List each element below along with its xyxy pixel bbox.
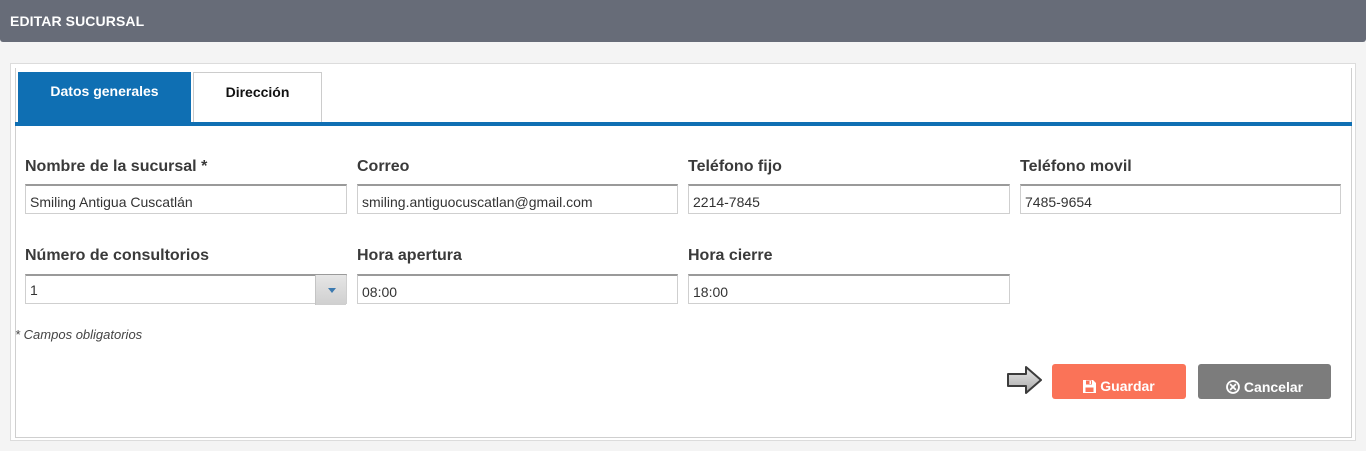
telefono-fijo-input[interactable] <box>688 184 1010 214</box>
consultorios-select[interactable]: 1 <box>25 274 347 305</box>
hora-apertura-label: Hora apertura <box>357 247 462 264</box>
circle-x-icon <box>1226 379 1240 394</box>
chevron-down-icon <box>328 288 336 293</box>
save-button-label: Guardar <box>1100 378 1155 394</box>
tab-datos-generales[interactable]: Datos generales <box>18 72 191 122</box>
telefono-movil-label: Teléfono movil <box>1020 158 1132 175</box>
cancel-button[interactable]: Cancelar <box>1198 364 1331 399</box>
page-title: EDITAR SUCURSAL <box>10 13 145 29</box>
nombre-label: Nombre de la sucursal * <box>25 158 208 175</box>
floppy-disk-icon <box>1083 380 1097 393</box>
arrow-right-icon <box>1007 366 1042 394</box>
consultorios-select-value: 1 <box>30 282 38 298</box>
correo-input[interactable] <box>357 184 678 214</box>
required-fields-note: * Campos obligatorios <box>15 327 143 342</box>
hora-apertura-input[interactable] <box>357 274 678 304</box>
cancel-button-label: Cancelar <box>1243 378 1304 395</box>
telefono-fijo-label: Teléfono fijo <box>688 158 782 175</box>
telefono-movil-input[interactable] <box>1020 184 1341 214</box>
nombre-input[interactable] <box>25 184 347 214</box>
correo-label: Correo <box>357 158 410 175</box>
page-header: EDITAR SUCURSAL <box>0 0 1366 42</box>
save-button[interactable]: Guardar <box>1052 364 1186 399</box>
hora-cierre-input[interactable] <box>688 274 1010 304</box>
consultorios-select-toggle[interactable] <box>315 275 346 305</box>
hora-cierre-label: Hora cierre <box>688 247 773 264</box>
consultorios-label: Número de consultorios <box>25 247 210 264</box>
tab-underline <box>15 122 1352 126</box>
tab-direccion[interactable]: Dirección <box>193 72 322 122</box>
